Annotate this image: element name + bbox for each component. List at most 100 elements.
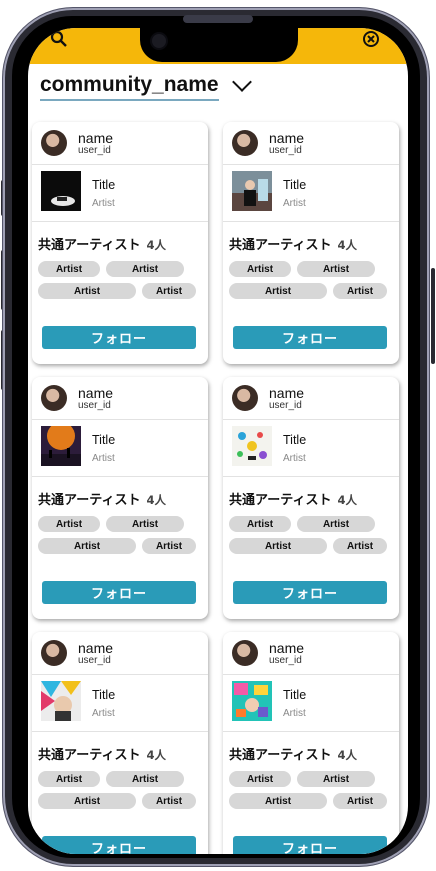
close-icon[interactable] [362, 30, 380, 53]
user-row[interactable]: name user_id [223, 632, 399, 675]
artist-tag[interactable]: Artist [229, 516, 291, 532]
artist-tag[interactable]: Artist [106, 261, 184, 277]
avatar[interactable] [232, 385, 258, 411]
song-row[interactable]: Title Artist [32, 165, 208, 222]
follow-button[interactable]: フォロー [233, 581, 387, 604]
artist-tag-list: Artist Artist Artist Artist [32, 516, 208, 564]
power-button [431, 268, 435, 364]
artist-tag[interactable]: Artist [229, 538, 327, 554]
user-card[interactable]: name user_id Title Artist 共通アーティスト 4人 Ar… [223, 122, 399, 364]
common-artists-count: 4人 [146, 493, 166, 507]
common-artists-count: 4人 [146, 748, 166, 762]
artist-tag[interactable]: Artist [229, 793, 327, 809]
common-artists-heading: 共通アーティスト 4人 [223, 477, 399, 508]
artist-tag[interactable]: Artist [142, 283, 196, 299]
speaker-grille [183, 15, 253, 23]
user-id: user_id [78, 654, 111, 666]
artist-tag[interactable]: Artist [142, 538, 196, 554]
song-info: Title Artist [283, 688, 306, 719]
artist-tag-list: Artist Artist Artist Artist [223, 771, 399, 819]
avatar[interactable] [232, 640, 258, 666]
artist-tag-list: Artist Artist Artist Artist [223, 261, 399, 309]
user-info: name user_id [269, 641, 304, 666]
song-row[interactable]: Title Artist [223, 165, 399, 222]
artist-tag[interactable]: Artist [106, 771, 184, 787]
user-card-grid: name user_id Title Artist 共通アーティスト 4人 Ar… [32, 122, 404, 854]
user-id: user_id [269, 144, 302, 156]
user-info: name user_id [78, 386, 113, 411]
follow-button[interactable]: フォロー [233, 326, 387, 349]
common-artists-heading: 共通アーティスト 4人 [32, 477, 208, 508]
song-title: Title [283, 177, 307, 192]
song-title: Title [92, 432, 116, 447]
user-card[interactable]: name user_id Title Artist 共通アーティスト 4人 Ar… [32, 377, 208, 619]
avatar[interactable] [41, 640, 67, 666]
song-row[interactable]: Title Artist [223, 420, 399, 477]
user-name: name [269, 639, 305, 656]
artist-tag[interactable]: Artist [38, 538, 136, 554]
avatar[interactable] [41, 385, 67, 411]
artist-tag-list: Artist Artist Artist Artist [223, 516, 399, 564]
common-artists-label: 共通アーティスト [229, 748, 332, 763]
user-name: name [78, 639, 114, 656]
artist-tag[interactable]: Artist [38, 283, 136, 299]
common-artists-count: 4人 [337, 748, 357, 762]
follow-button[interactable]: フォロー [42, 581, 196, 604]
song-info: Title Artist [92, 433, 115, 464]
user-card[interactable]: name user_id Title Artist 共通アーティスト 4人 Ar… [223, 377, 399, 619]
search-icon[interactable] [50, 30, 68, 53]
artist-tag[interactable]: Artist [229, 771, 291, 787]
song-artist: Artist [283, 707, 306, 719]
user-card[interactable]: name user_id Title Artist 共通アーティスト 4人 Ar… [223, 632, 399, 854]
user-row[interactable]: name user_id [223, 122, 399, 165]
song-title: Title [283, 432, 307, 447]
artist-tag[interactable]: Artist [142, 793, 196, 809]
common-artists-heading: 共通アーティスト 4人 [32, 732, 208, 763]
artist-tag[interactable]: Artist [333, 538, 387, 554]
user-info: name user_id [78, 131, 113, 156]
album-jacket [41, 681, 81, 725]
community-name[interactable]: community_name [40, 73, 219, 101]
song-row[interactable]: Title Artist [223, 675, 399, 732]
follow-button[interactable]: フォロー [42, 836, 196, 854]
song-artist: Artist [283, 197, 306, 209]
song-title: Title [92, 687, 116, 702]
chevron-down-icon[interactable] [231, 72, 252, 92]
user-info: name user_id [269, 386, 304, 411]
user-row[interactable]: name user_id [32, 122, 208, 165]
user-row[interactable]: name user_id [32, 632, 208, 675]
avatar[interactable] [232, 130, 258, 156]
artist-tag[interactable]: Artist [297, 261, 375, 277]
user-card[interactable]: name user_id Title Artist 共通アーティスト 4人 Ar… [32, 632, 208, 854]
artist-tag[interactable]: Artist [229, 283, 327, 299]
user-id: user_id [78, 144, 111, 156]
song-row[interactable]: Title Artist [32, 675, 208, 732]
artist-tag[interactable]: Artist [38, 261, 100, 277]
user-row[interactable]: name user_id [32, 377, 208, 420]
song-info: Title Artist [92, 178, 115, 209]
follow-button[interactable]: フォロー [233, 836, 387, 854]
artist-tag[interactable]: Artist [38, 771, 100, 787]
artist-tag[interactable]: Artist [333, 283, 387, 299]
artist-tag[interactable]: Artist [106, 516, 184, 532]
phone-frame: community_name name user_id Title Artist… [0, 0, 436, 871]
song-title: Title [92, 177, 116, 192]
album-jacket [232, 171, 272, 215]
artist-tag[interactable]: Artist [297, 516, 375, 532]
song-info: Title Artist [283, 178, 306, 209]
artist-tag[interactable]: Artist [38, 516, 100, 532]
artist-tag[interactable]: Artist [333, 793, 387, 809]
avatar[interactable] [41, 130, 67, 156]
song-artist: Artist [283, 452, 306, 464]
artist-tag[interactable]: Artist [229, 261, 291, 277]
user-card[interactable]: name user_id Title Artist 共通アーティスト 4人 Ar… [32, 122, 208, 364]
song-row[interactable]: Title Artist [32, 420, 208, 477]
user-name: name [269, 384, 305, 401]
artist-tag[interactable]: Artist [297, 771, 375, 787]
artist-tag-list: Artist Artist Artist Artist [32, 771, 208, 819]
follow-button[interactable]: フォロー [42, 326, 196, 349]
common-artists-label: 共通アーティスト [38, 238, 141, 253]
artist-tag[interactable]: Artist [38, 793, 136, 809]
community-header[interactable]: community_name [40, 72, 252, 102]
user-row[interactable]: name user_id [223, 377, 399, 420]
